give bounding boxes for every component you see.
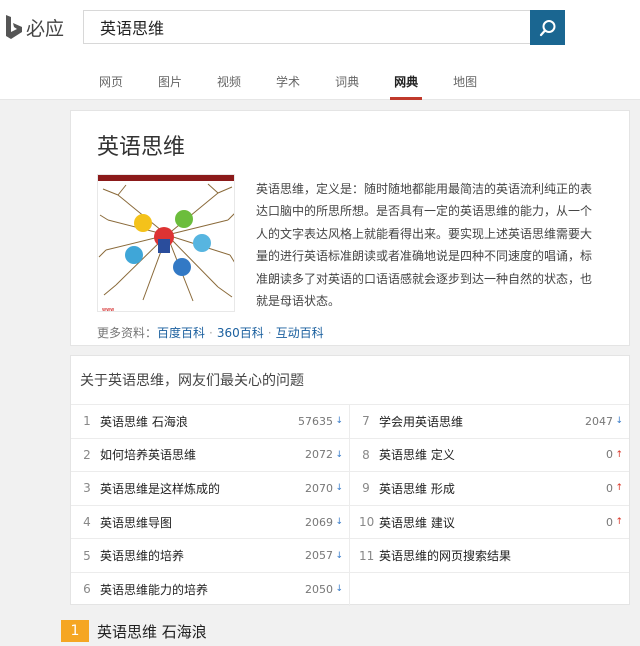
qa-row: 5 英语思维的培养 2057 ↓ 11 英语思维的网页搜索结果 [71,538,629,572]
search-input[interactable] [84,11,530,43]
arrow-down-icon: ↓ [335,449,343,460]
qa-item-number: 6 [83,582,91,597]
qa-item-count: 2050 [305,582,333,596]
entry-description: 英语思维，定义是：随时随地都能用最简洁的英语流利纯正的表达口脑中的所思所想。是否… [256,182,593,309]
qa-item-number: 7 [362,414,370,429]
qa-card: 关于英语思维，网友们最关心的问题 1 英语思维 石海浪 57635 ↓ 7 学会用英语思维… [70,355,630,606]
qa-row: 6 英语思维能力的培养 2050 ↓ [71,571,629,606]
qa-item-number: 3 [83,481,91,496]
qa-item-number: 4 [83,515,91,530]
qa-item-count: 2069 [305,515,333,529]
qa-item[interactable]: 2 如何培养英语思维 2072 ↓ [71,438,350,472]
bing-icon [6,15,22,39]
arrow-up-icon: ↑ [615,517,623,528]
qa-item-number: 10 [359,515,375,530]
qa-item-count: 0 [606,448,613,462]
search-result: 1 英语思维 石海浪 [61,620,207,642]
search-icon [539,19,555,36]
arrow-down-icon: ↓ [335,517,343,528]
source-link-baidu[interactable]: 百度百科 [157,324,205,341]
qa-item-count: 2070 [305,481,333,495]
qa-item-count: 0 [606,515,613,529]
qa-item[interactable]: 3 英语思维是这样炼成的 2070 ↓ [71,472,350,505]
qa-item[interactable]: 4 英语思维导图 2069 ↓ [71,505,350,539]
search-button[interactable] [530,10,565,45]
qa-item[interactable]: 1 英语思维 石海浪 57635 ↓ [71,405,350,438]
qa-item-text[interactable]: 英语思维 定义 [379,446,629,463]
mindmap-image[interactable]: www [97,174,235,312]
source-link-hudong[interactable]: 互动百科 [276,324,324,341]
arrow-down-icon: ↓ [335,483,343,494]
qa-row: 1 英语思维 石海浪 57635 ↓ 7 学会用英语思维 2047 ↓ [71,404,629,438]
entry-card: 英语思维 www 英语思维，定义是：随时随地都能用最简洁的英语流利纯正的表达口脑… [70,110,630,346]
source-link-360[interactable]: 360百科 [217,324,264,341]
arrow-down-icon: ↓ [615,416,623,427]
qa-item-text[interactable]: 英语思维 建议 [379,514,629,531]
qa-item-number: 1 [83,414,91,429]
qa-item[interactable]: 10 英语思维 建议 0 ↑ [350,506,629,539]
qa-item-count: 2057 [305,549,333,563]
arrow-down-icon: ↓ [335,550,343,561]
more-sources: 更多资料： 百度百科 · 360百科 · 互动百科 [97,324,324,341]
qa-item[interactable]: 5 英语思维的培养 2057 ↓ [71,539,350,572]
qa-row: 4 英语思维导图 2069 ↓ 10 英语思维 建议 0 ↑ [71,504,629,539]
svg-text:www: www [102,307,114,312]
tab-web[interactable]: 网页 [99,72,123,100]
tab-academic[interactable]: 学术 [276,72,300,100]
tab-maps[interactable]: 地图 [453,72,477,100]
qa-item[interactable]: 7 学会用英语思维 2047 ↓ [350,405,629,438]
arrow-down-icon: ↓ [335,416,343,427]
arrow-up-icon: ↑ [615,483,623,494]
bing-logo[interactable]: 必应 [4,12,74,42]
qa-item-count: 57635 [298,414,333,428]
arrow-up-icon: ↑ [615,449,623,460]
qa-item[interactable]: 8 英语思维 定义 0 ↑ [350,439,629,472]
qa-item-number: 8 [362,447,370,462]
result-title-link[interactable]: 英语思维 石海浪 [97,621,207,642]
qa-item[interactable]: 11 英语思维的网页搜索结果 [350,539,629,572]
tab-videos[interactable]: 视频 [217,72,241,100]
qa-item-text[interactable]: 英语思维的网页搜索结果 [379,547,629,564]
qa-item-number: 2 [83,447,91,462]
separator: · [209,325,213,340]
mindmap-illustration: www [98,175,234,312]
qa-item-text[interactable]: 英语思维 形成 [379,480,629,497]
search-box[interactable] [83,10,531,44]
more-label: 更多资料： [97,326,158,340]
qa-item-count: 0 [606,481,613,495]
qa-item[interactable]: 9 英语思维 形成 0 ↑ [350,472,629,505]
qa-item-count: 2047 [585,414,613,428]
qa-item-number: 9 [362,481,370,496]
result-number: 1 [61,620,89,642]
separator: · [267,325,272,340]
qa-row: 3 英语思维是这样炼成的 2070 ↓ 9 英语思维 形成 0 ↑ [71,471,629,505]
tab-wiki[interactable]: 网典 [390,72,423,100]
qa-item[interactable]: 6 英语思维能力的培养 2050 ↓ [71,572,350,606]
qa-item-number: 11 [359,548,375,563]
top-header: 必应 网页 图片 视频 学术 词典 网典 地图 [0,0,640,100]
qa-row: 2 如何培养英语思维 2072 ↓ 8 英语思维 定义 0 ↑ [71,437,629,472]
logo-text: 必应 [26,17,65,40]
tab-dictionary[interactable]: 词典 [335,72,359,100]
qa-grid: 1 英语思维 石海浪 57635 ↓ 7 学会用英语思维 2047 ↓ 2 如何培养英语思维 207… [71,404,629,606]
arrow-down-icon: ↓ [335,584,343,595]
entry-title[interactable]: 英语思维 [97,129,185,161]
qa-item-number: 5 [83,548,91,563]
qa-item-count: 2072 [305,448,333,462]
tab-images[interactable]: 图片 [158,72,182,100]
qa-item [350,573,629,606]
qa-title: 关于英语思维，网友们最关心的问题 [80,373,304,389]
tab-bar: 网页 图片 视频 学术 词典 网典 地图 [99,72,477,100]
